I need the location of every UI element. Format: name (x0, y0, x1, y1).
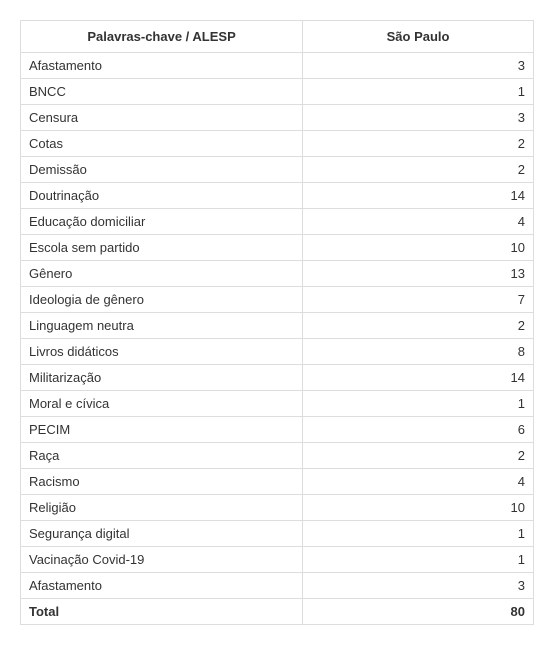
table-row: Racismo4 (21, 469, 534, 495)
table-header-row: Palavras-chave / ALESP São Paulo (21, 21, 534, 53)
total-value: 80 (303, 599, 534, 625)
row-label: Linguagem neutra (21, 313, 303, 339)
table-row: PECIM6 (21, 417, 534, 443)
row-label: Afastamento (21, 573, 303, 599)
row-value: 8 (303, 339, 534, 365)
row-value: 2 (303, 131, 534, 157)
row-label: BNCC (21, 79, 303, 105)
table-row: Afastamento3 (21, 573, 534, 599)
row-value: 7 (303, 287, 534, 313)
row-value: 3 (303, 53, 534, 79)
row-label: PECIM (21, 417, 303, 443)
table-row: Afastamento3 (21, 53, 534, 79)
row-label: Cotas (21, 131, 303, 157)
row-label: Censura (21, 105, 303, 131)
row-value: 1 (303, 547, 534, 573)
row-label: Racismo (21, 469, 303, 495)
table-row: Moral e cívica1 (21, 391, 534, 417)
header-saopaulo: São Paulo (303, 21, 534, 53)
table-row: Militarização14 (21, 365, 534, 391)
keywords-table: Palavras-chave / ALESP São Paulo Afastam… (20, 20, 534, 625)
table-row: Livros didáticos8 (21, 339, 534, 365)
row-label: Raça (21, 443, 303, 469)
row-label: Afastamento (21, 53, 303, 79)
row-value: 3 (303, 573, 534, 599)
table-row: Escola sem partido10 (21, 235, 534, 261)
table-row: Censura3 (21, 105, 534, 131)
row-label: Religião (21, 495, 303, 521)
table-row: Ideologia de gênero7 (21, 287, 534, 313)
row-value: 2 (303, 313, 534, 339)
table-row: Cotas2 (21, 131, 534, 157)
table-row: BNCC1 (21, 79, 534, 105)
row-label: Vacinação Covid-19 (21, 547, 303, 573)
total-label: Total (21, 599, 303, 625)
header-keywords: Palavras-chave / ALESP (21, 21, 303, 53)
table-row: Raça2 (21, 443, 534, 469)
table-row: Linguagem neutra2 (21, 313, 534, 339)
row-label: Militarização (21, 365, 303, 391)
row-label: Livros didáticos (21, 339, 303, 365)
row-label: Moral e cívica (21, 391, 303, 417)
row-value: 2 (303, 157, 534, 183)
row-label: Demissão (21, 157, 303, 183)
row-value: 10 (303, 235, 534, 261)
row-value: 14 (303, 365, 534, 391)
row-value: 2 (303, 443, 534, 469)
row-label: Gênero (21, 261, 303, 287)
table-row: Vacinação Covid-191 (21, 547, 534, 573)
table-row: Demissão2 (21, 157, 534, 183)
row-value: 13 (303, 261, 534, 287)
table-row: Doutrinação14 (21, 183, 534, 209)
row-value: 1 (303, 79, 534, 105)
row-value: 1 (303, 391, 534, 417)
row-label: Escola sem partido (21, 235, 303, 261)
table-total-row: Total80 (21, 599, 534, 625)
row-label: Ideologia de gênero (21, 287, 303, 313)
row-value: 14 (303, 183, 534, 209)
row-value: 4 (303, 209, 534, 235)
table-body: Afastamento3BNCC1Censura3Cotas2Demissão2… (21, 53, 534, 625)
row-value: 4 (303, 469, 534, 495)
table-row: Educação domiciliar4 (21, 209, 534, 235)
row-value: 10 (303, 495, 534, 521)
row-value: 3 (303, 105, 534, 131)
row-label: Educação domiciliar (21, 209, 303, 235)
table-row: Gênero13 (21, 261, 534, 287)
row-label: Doutrinação (21, 183, 303, 209)
table-row: Religião10 (21, 495, 534, 521)
row-value: 6 (303, 417, 534, 443)
